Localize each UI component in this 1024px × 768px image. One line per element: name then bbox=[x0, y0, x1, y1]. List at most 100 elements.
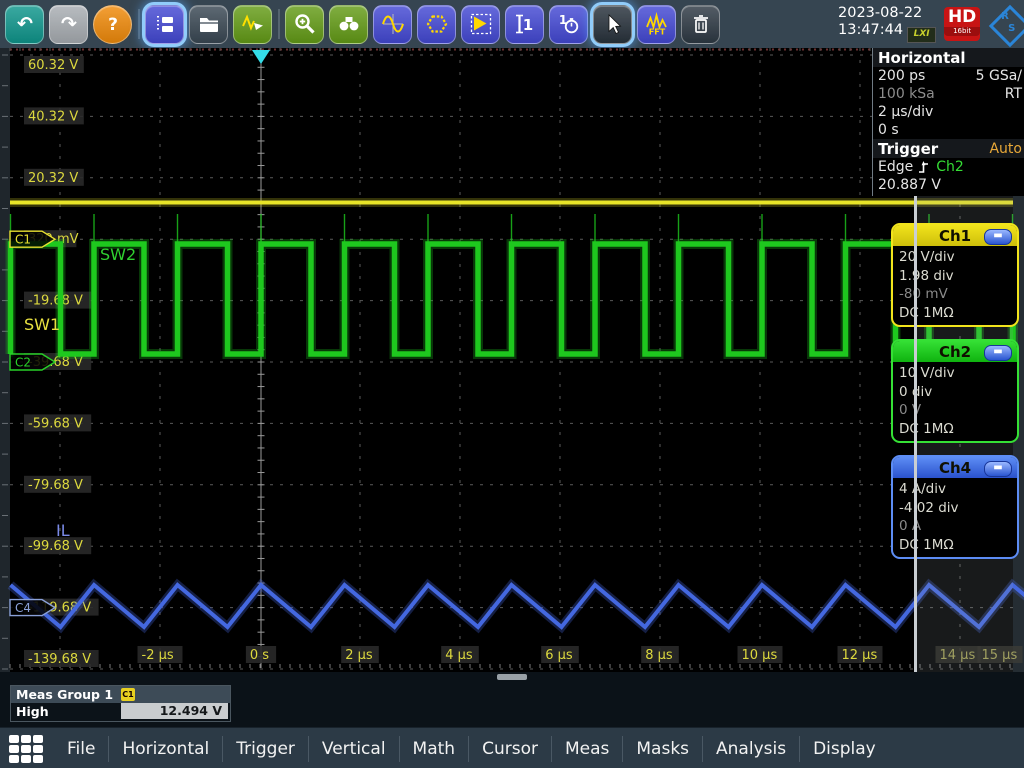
delete-icon[interactable] bbox=[681, 5, 720, 44]
cursor-select-icon[interactable] bbox=[593, 5, 632, 44]
math-waveform-icon[interactable] bbox=[373, 5, 412, 44]
search-icon[interactable] bbox=[329, 5, 368, 44]
y-axis-label: 40.32 V bbox=[24, 107, 84, 124]
trigger-panel-title: Trigger bbox=[878, 140, 938, 158]
datetime: 2023-08-22 13:47:44LXI bbox=[838, 5, 936, 43]
trigger-source-value: Ch2 bbox=[936, 159, 964, 175]
channel4-box[interactable]: Ch4▬ 4 A/div -4.02 div 0 A DC 1MΩ bbox=[891, 455, 1019, 559]
measurement-group-title: Meas Group 1 bbox=[16, 687, 113, 702]
redo-icon[interactable]: ↷ bbox=[49, 5, 88, 44]
svg-text:40.32 V: 40.32 V bbox=[28, 109, 78, 124]
channel4-minimize-button[interactable]: ▬ bbox=[984, 461, 1012, 477]
svg-text:14 µs: 14 µs bbox=[940, 648, 976, 663]
svg-text:15 µs: 15 µs bbox=[982, 648, 1018, 663]
x-axis-label: 10 µs bbox=[738, 646, 783, 663]
reference-flag-icon[interactable] bbox=[461, 5, 500, 44]
trigger-mode-value: Auto bbox=[989, 141, 1022, 157]
hd-mode-badge[interactable]: HD 16bit bbox=[944, 7, 980, 41]
help-icon[interactable]: ? bbox=[93, 5, 132, 44]
x-axis-label: 4 µs bbox=[441, 646, 479, 663]
panel-divider-handle[interactable] bbox=[914, 196, 917, 727]
svg-text:0 s: 0 s bbox=[250, 648, 269, 663]
acquisition-info-panel[interactable]: Horizontal 200 ps5 GSa/ 100 kSaRT 2 µs/d… bbox=[872, 48, 1024, 196]
svg-text:C4: C4 bbox=[15, 601, 31, 615]
svg-text:60.32 V: 60.32 V bbox=[28, 58, 78, 73]
y-axis-label: 60.32 V bbox=[24, 56, 84, 73]
horizontal-panel-title: Horizontal bbox=[878, 49, 966, 67]
oscilloscope-screen: ↶ ↷? 11 FFT 2023-08-22 13:47:44LXI HD 16bit… bbox=[0, 0, 1024, 768]
menu-item-meas[interactable]: Meas bbox=[551, 736, 622, 762]
svg-text:-2 µs: -2 µs bbox=[142, 648, 174, 663]
trigger-level-value: 20.887 V bbox=[878, 177, 941, 193]
zoom-icon[interactable] bbox=[285, 5, 324, 44]
waveform-display[interactable]: 60.32 V40.32 V20.32 V320 mV-19.68 V-39.6… bbox=[0, 48, 1024, 672]
y-axis-label: -139.68 V bbox=[24, 650, 99, 667]
measurement-source-badge: C1 bbox=[121, 688, 135, 701]
svg-text:-79.68 V: -79.68 V bbox=[28, 478, 83, 493]
svg-text:2 µs: 2 µs bbox=[345, 648, 373, 663]
channel2-title: Ch2 bbox=[939, 343, 971, 361]
horizontal-position-value: 0 s bbox=[878, 122, 899, 138]
x-axis-label: 8 µs bbox=[641, 646, 679, 663]
svg-text:FFT: FFT bbox=[648, 28, 665, 37]
fft-icon[interactable]: FFT bbox=[637, 5, 676, 44]
mask-test-icon[interactable] bbox=[417, 5, 456, 44]
svg-text:-99.68 V: -99.68 V bbox=[28, 539, 83, 554]
menu-item-vertical[interactable]: Vertical bbox=[308, 736, 399, 762]
channel2-box[interactable]: Ch2▬ 10 V/div 0 div 0 V DC 1MΩ bbox=[891, 339, 1019, 443]
horizontal-scrollbar-handle[interactable] bbox=[497, 674, 527, 680]
svg-text:↷: ↷ bbox=[61, 13, 77, 35]
toolbar-separator bbox=[138, 9, 140, 39]
rising-edge-icon bbox=[918, 160, 932, 174]
sample-rate-value: 5 GSa/ bbox=[976, 68, 1022, 84]
menu-item-cursor[interactable]: Cursor bbox=[468, 736, 551, 762]
timebase-scale-value: 2 µs/div bbox=[878, 104, 933, 120]
toolbar-separator bbox=[278, 9, 280, 39]
sw2-wave-label: SW2 bbox=[100, 245, 136, 264]
svg-text:-139.68 V: -139.68 V bbox=[28, 652, 91, 667]
bottom-strip: Meas Group 1 C1 High 12.494 V bbox=[0, 672, 1024, 727]
trigger-type-value: Edge bbox=[878, 159, 913, 175]
resolution-value: 200 ps bbox=[878, 68, 925, 84]
channel1-box[interactable]: Ch1▬ 20 V/div 1.98 div -80 mV DC 1MΩ bbox=[891, 223, 1019, 327]
measurement-value: 12.494 V bbox=[121, 703, 228, 719]
measurement-name: High bbox=[16, 704, 49, 719]
x-axis-label-dim: 15 µs bbox=[978, 646, 1023, 663]
svg-text:1: 1 bbox=[522, 16, 532, 34]
measure-icon[interactable]: 1 bbox=[505, 5, 544, 44]
rohde-schwarz-logo: RS bbox=[988, 4, 1024, 44]
channel4-title: Ch4 bbox=[939, 459, 971, 477]
undo-icon[interactable]: ↶ bbox=[5, 5, 44, 44]
menu-item-horizontal[interactable]: Horizontal bbox=[108, 736, 222, 762]
x-axis-label: 12 µs bbox=[838, 646, 883, 663]
svg-text:4 µs: 4 µs bbox=[445, 648, 473, 663]
date-label: 2023-08-22 bbox=[838, 5, 936, 22]
menu-item-masks[interactable]: Masks bbox=[622, 736, 702, 762]
svg-text:20.32 V: 20.32 V bbox=[28, 171, 78, 186]
menu-item-trigger[interactable]: Trigger bbox=[222, 736, 308, 762]
svg-text:C1: C1 bbox=[15, 233, 31, 247]
svg-text:-59.68 V: -59.68 V bbox=[28, 416, 83, 431]
svg-text:6 µs: 6 µs bbox=[545, 648, 573, 663]
menu-item-display[interactable]: Display bbox=[799, 736, 889, 762]
timer-icon[interactable]: 1 bbox=[549, 5, 588, 44]
menu-item-math[interactable]: Math bbox=[399, 736, 469, 762]
apps-menu-icon[interactable] bbox=[8, 734, 44, 764]
y-axis-label: -79.68 V bbox=[24, 476, 91, 493]
measurement-panel[interactable]: Meas Group 1 C1 High 12.494 V bbox=[10, 685, 231, 722]
menu-item-file[interactable]: File bbox=[54, 736, 108, 762]
x-axis-label: 0 s bbox=[246, 646, 276, 663]
display-settings-icon[interactable] bbox=[145, 5, 184, 44]
x-axis-label-dim: 14 µs bbox=[936, 646, 981, 663]
file-open-icon[interactable] bbox=[189, 5, 228, 44]
channel2-minimize-button[interactable]: ▬ bbox=[984, 345, 1012, 361]
menu-item-analysis[interactable]: Analysis bbox=[702, 736, 799, 762]
il-wave-label: IL bbox=[56, 521, 70, 540]
signal-annotation-icon[interactable] bbox=[233, 5, 272, 44]
channel1-minimize-button[interactable]: ▬ bbox=[984, 229, 1012, 245]
svg-text:8 µs: 8 µs bbox=[645, 648, 673, 663]
main-menu-bar: FileHorizontalTriggerVerticalMathCursorM… bbox=[0, 727, 1024, 768]
x-axis-label: 6 µs bbox=[541, 646, 579, 663]
y-axis-label: -59.68 V bbox=[24, 414, 91, 431]
sw1-wave-label: SW1 bbox=[24, 315, 60, 334]
